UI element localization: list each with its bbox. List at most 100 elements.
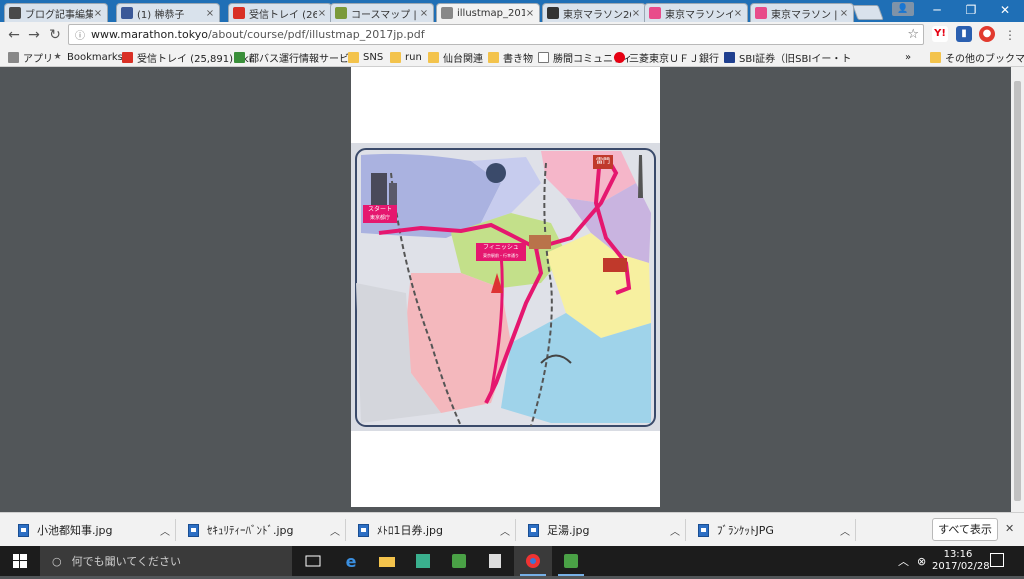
search-icon: ○ (52, 554, 62, 568)
minimize-icon[interactable]: ─ (922, 0, 952, 22)
bookmark-item[interactable]: 三菱東京ＵＦＪ銀行 (614, 49, 719, 65)
bookmark-item[interactable]: SNS (348, 49, 383, 65)
course-map: スタート 東京都庁 フィニッシュ 東京駅前・行幸通り 雷門 (351, 143, 660, 431)
bookmark-label: run (405, 51, 422, 63)
chevron-up-icon[interactable]: ︿ (325, 523, 345, 538)
reload-icon[interactable]: ↻ (45, 25, 65, 45)
tab[interactable]: 東京マラソンイラ× (644, 3, 748, 22)
tab[interactable]: コースマップ | 東京× (330, 3, 434, 22)
scrollbar[interactable] (1011, 67, 1024, 512)
show-all-downloads-button[interactable]: すべて表示 (932, 518, 998, 541)
document-icon (538, 51, 549, 63)
download-item[interactable]: ｾｷｭﾘﾃｨｰﾊﾞﾝﾄﾞ.jpg ︿ (178, 519, 346, 541)
tab-close-icon[interactable]: × (317, 8, 327, 19)
edge-icon[interactable]: e (332, 546, 370, 576)
tab[interactable]: (1) 榊恭子 × (116, 3, 220, 22)
download-filename: 小池都知事.jpg (37, 524, 113, 537)
download-filename: 足湯.jpg (547, 524, 590, 537)
cortana-search-box[interactable]: ○ 何でも聞いてください (40, 546, 292, 576)
other-bookmarks[interactable]: その他のブックマーク (930, 49, 1024, 65)
restore-icon[interactable]: ❐ (956, 0, 986, 22)
bookmark-label: 三菱東京ＵＦＪ銀行 (629, 53, 719, 65)
tab[interactable]: ブログ記事編集 × (4, 3, 108, 22)
bookmark-star-icon[interactable]: ☆ (907, 27, 919, 42)
tab[interactable]: illustmap_2017× (436, 3, 540, 22)
tab[interactable]: 受信トレイ (26,4× (228, 3, 332, 22)
tab-close-icon[interactable]: × (631, 8, 641, 19)
evernote-app-icon[interactable] (552, 546, 590, 576)
new-tab-button[interactable] (852, 5, 884, 20)
profile-icon[interactable]: 👤 (892, 2, 914, 16)
task-view-icon[interactable] (294, 546, 332, 576)
document-icon (441, 7, 453, 19)
chevron-up-icon[interactable]: ︿ (495, 523, 515, 538)
bookmark-item[interactable]: SBI証券（旧SBIイー・ト (724, 49, 851, 65)
notification-center-icon[interactable] (990, 553, 1004, 567)
download-item[interactable]: ﾒﾄﾛ1日券.jpg ︿ (348, 519, 516, 541)
bookmarks-bar: アプリ ★ Bookmarks 受信トレイ (25,891) - ki 都バス運行情報サ… (0, 47, 1024, 67)
start-button[interactable] (0, 546, 40, 576)
tab-title: 東京マラソン201 (563, 9, 631, 21)
download-filename: ﾌﾞﾗﾝｹｯﾄJPG (717, 524, 774, 537)
chevron-up-icon[interactable]: ︿ (835, 523, 855, 538)
adblock-extension-icon[interactable]: ● (979, 26, 995, 42)
store-icon[interactable] (404, 546, 442, 576)
forward-icon[interactable]: → (24, 25, 44, 45)
bookmark-item[interactable]: 書き物 (488, 49, 533, 65)
bookmark-item[interactable]: ★ Bookmarks (52, 49, 123, 65)
bookmark-item[interactable]: アプリ (8, 49, 53, 65)
bookmark-item[interactable]: run (390, 49, 422, 65)
close-window-icon[interactable]: ✕ (990, 0, 1020, 22)
tab[interactable]: 東京マラソン201× (542, 3, 646, 22)
chevron-up-icon[interactable]: ︿ (155, 523, 175, 538)
yahoo-extension-icon[interactable]: Y! (932, 26, 948, 42)
download-item[interactable]: 小池都知事.jpg ︿ (8, 519, 176, 541)
scroll-thumb[interactable] (1014, 81, 1021, 501)
tab[interactable]: 東京マラソン | ス× (750, 3, 854, 22)
menu-icon[interactable]: ⋮ (1000, 25, 1020, 45)
star-icon: ★ (53, 51, 62, 62)
tab-close-icon[interactable]: × (205, 8, 215, 19)
bookmark-item[interactable]: 都バス運行情報サービ (234, 49, 349, 65)
bookmarks-overflow-button[interactable]: » (905, 49, 911, 65)
network-icon[interactable]: ⊗ (917, 555, 926, 568)
url-path: /about/course/pdf/illustmap_2017jp.pdf (207, 28, 425, 41)
pink-logo-icon (755, 7, 767, 19)
clock-time: 13:16 (943, 549, 973, 560)
image-file-icon (18, 523, 29, 537)
tab-close-icon[interactable]: × (839, 8, 849, 19)
pdf-viewer[interactable]: スタート 東京都庁 フィニッシュ 東京駅前・行幸通り 雷門 (0, 67, 1011, 512)
page-info-icon[interactable]: ⓘ (75, 27, 85, 42)
download-item[interactable]: ﾌﾞﾗﾝｹｯﾄJPG ︿ (688, 519, 856, 541)
back-icon[interactable]: ← (4, 25, 24, 45)
bookmark-item[interactable]: 仙台関連 (428, 49, 483, 65)
search-placeholder: 何でも聞いてください (71, 555, 181, 568)
tab-close-icon[interactable]: × (93, 8, 103, 19)
bookmark-label: 都バス運行情報サービ (249, 53, 349, 65)
download-item[interactable]: 足湯.jpg ︿ (518, 519, 686, 541)
finish-label: フィニッシュ 東京駅前・行幸通り (483, 244, 519, 258)
image-file-icon (358, 523, 369, 537)
chrome-icon[interactable] (514, 546, 552, 576)
bookmark-item[interactable]: 受信トレイ (25,891) - ki (122, 49, 252, 65)
tab-close-icon[interactable]: × (419, 8, 429, 19)
chevron-up-icon[interactable]: ︿ (898, 553, 909, 569)
chevron-up-icon[interactable]: ︿ (665, 523, 685, 538)
bookmark-label: Bookmarks (67, 51, 123, 63)
facebook-icon (121, 7, 133, 19)
clock[interactable]: 13:16 2017/02/28 (932, 549, 990, 573)
tab-close-icon[interactable]: × (525, 8, 535, 19)
bank-icon (614, 51, 625, 63)
tab-close-icon[interactable]: × (733, 8, 743, 19)
bus-icon (234, 51, 245, 63)
windows-logo-icon (13, 554, 27, 568)
course-map-illustration (355, 148, 656, 427)
address-bar[interactable]: ⓘ www.marathon.tokyo/about/course/pdf/il… (68, 24, 924, 45)
evernote-icon[interactable] (440, 546, 478, 576)
file-explorer-icon[interactable] (368, 546, 406, 576)
close-download-bar-icon[interactable]: ✕ (1005, 522, 1014, 535)
tab-title: 受信トレイ (26,4 (249, 9, 317, 21)
bookmark-extension-icon[interactable]: ▮ (956, 26, 972, 42)
gmail-icon (122, 51, 133, 63)
calculator-icon[interactable] (476, 546, 514, 576)
